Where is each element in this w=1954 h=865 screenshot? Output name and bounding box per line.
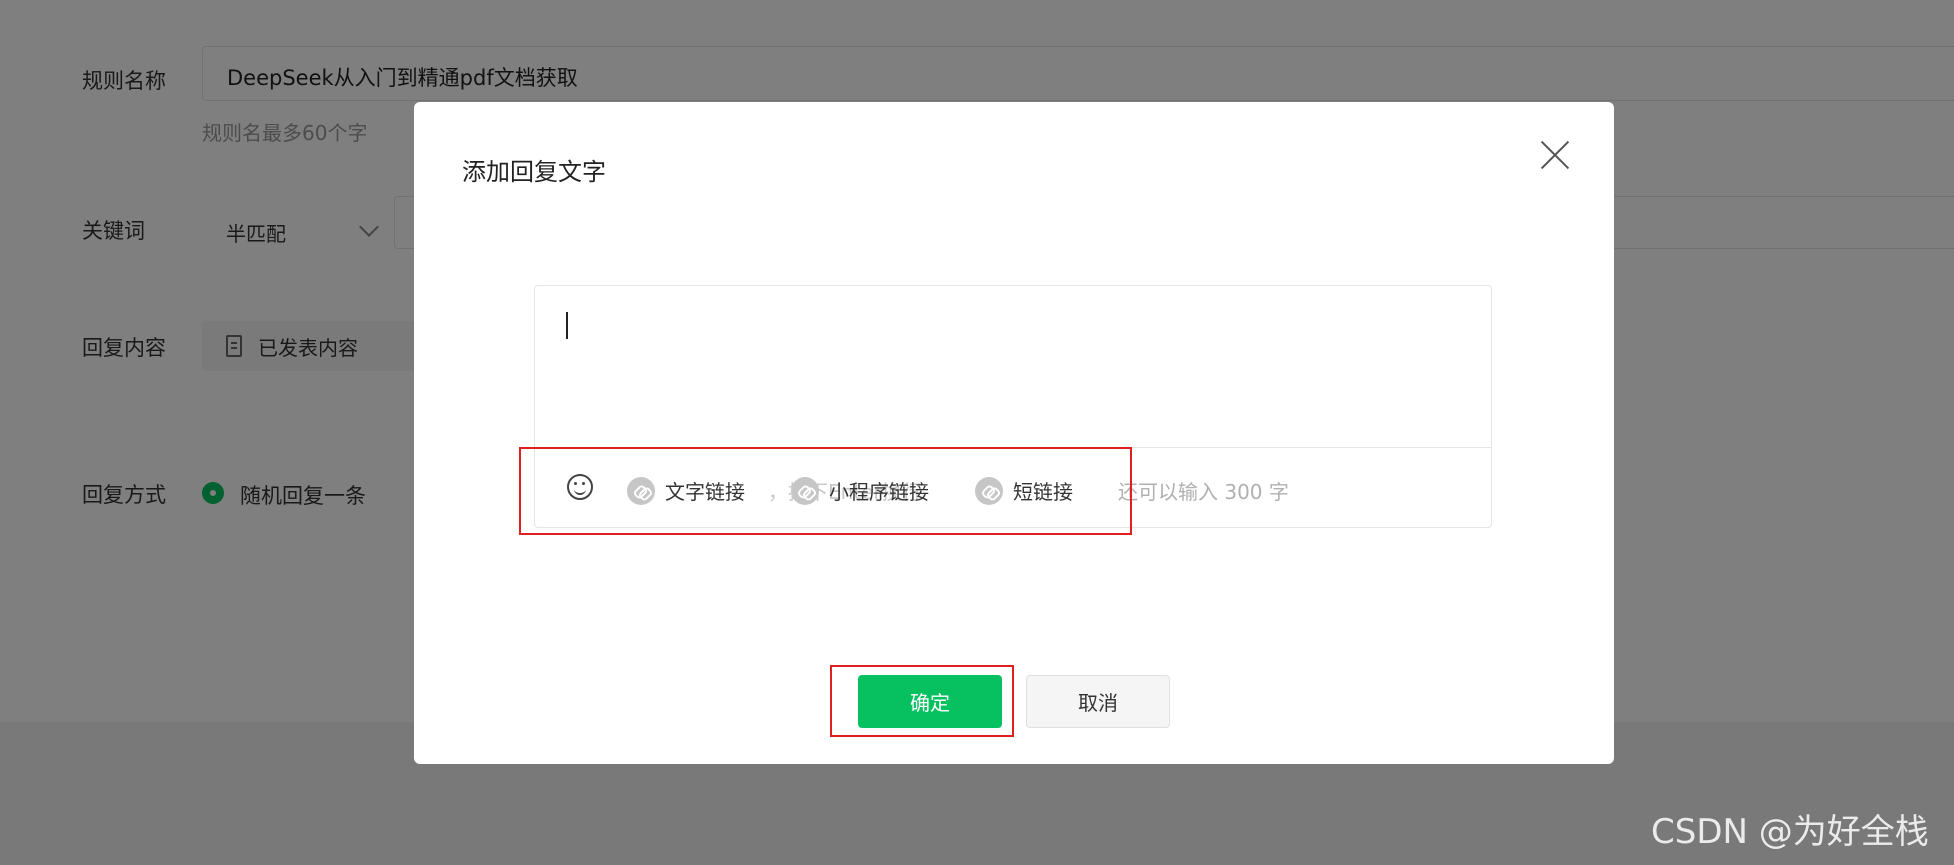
dialog-title: 添加回复文字 — [462, 158, 606, 186]
reply-text-input[interactable] — [535, 286, 1491, 447]
confirm-highlight-box — [830, 665, 1014, 737]
close-icon[interactable] — [1540, 140, 1570, 170]
add-reply-text-dialog: 添加回复文字 文字链接 ，按下Enter换行 小程序链接 短链接 还可以输入 3… — [414, 102, 1614, 764]
cancel-button[interactable]: 取消 — [1026, 675, 1170, 728]
char-counter: 还可以输入 300 字 — [1118, 480, 1289, 504]
text-caret — [566, 312, 568, 339]
csdn-watermark: CSDN @为好全栈 — [1651, 812, 1929, 852]
toolbar-highlight-box — [519, 447, 1132, 535]
